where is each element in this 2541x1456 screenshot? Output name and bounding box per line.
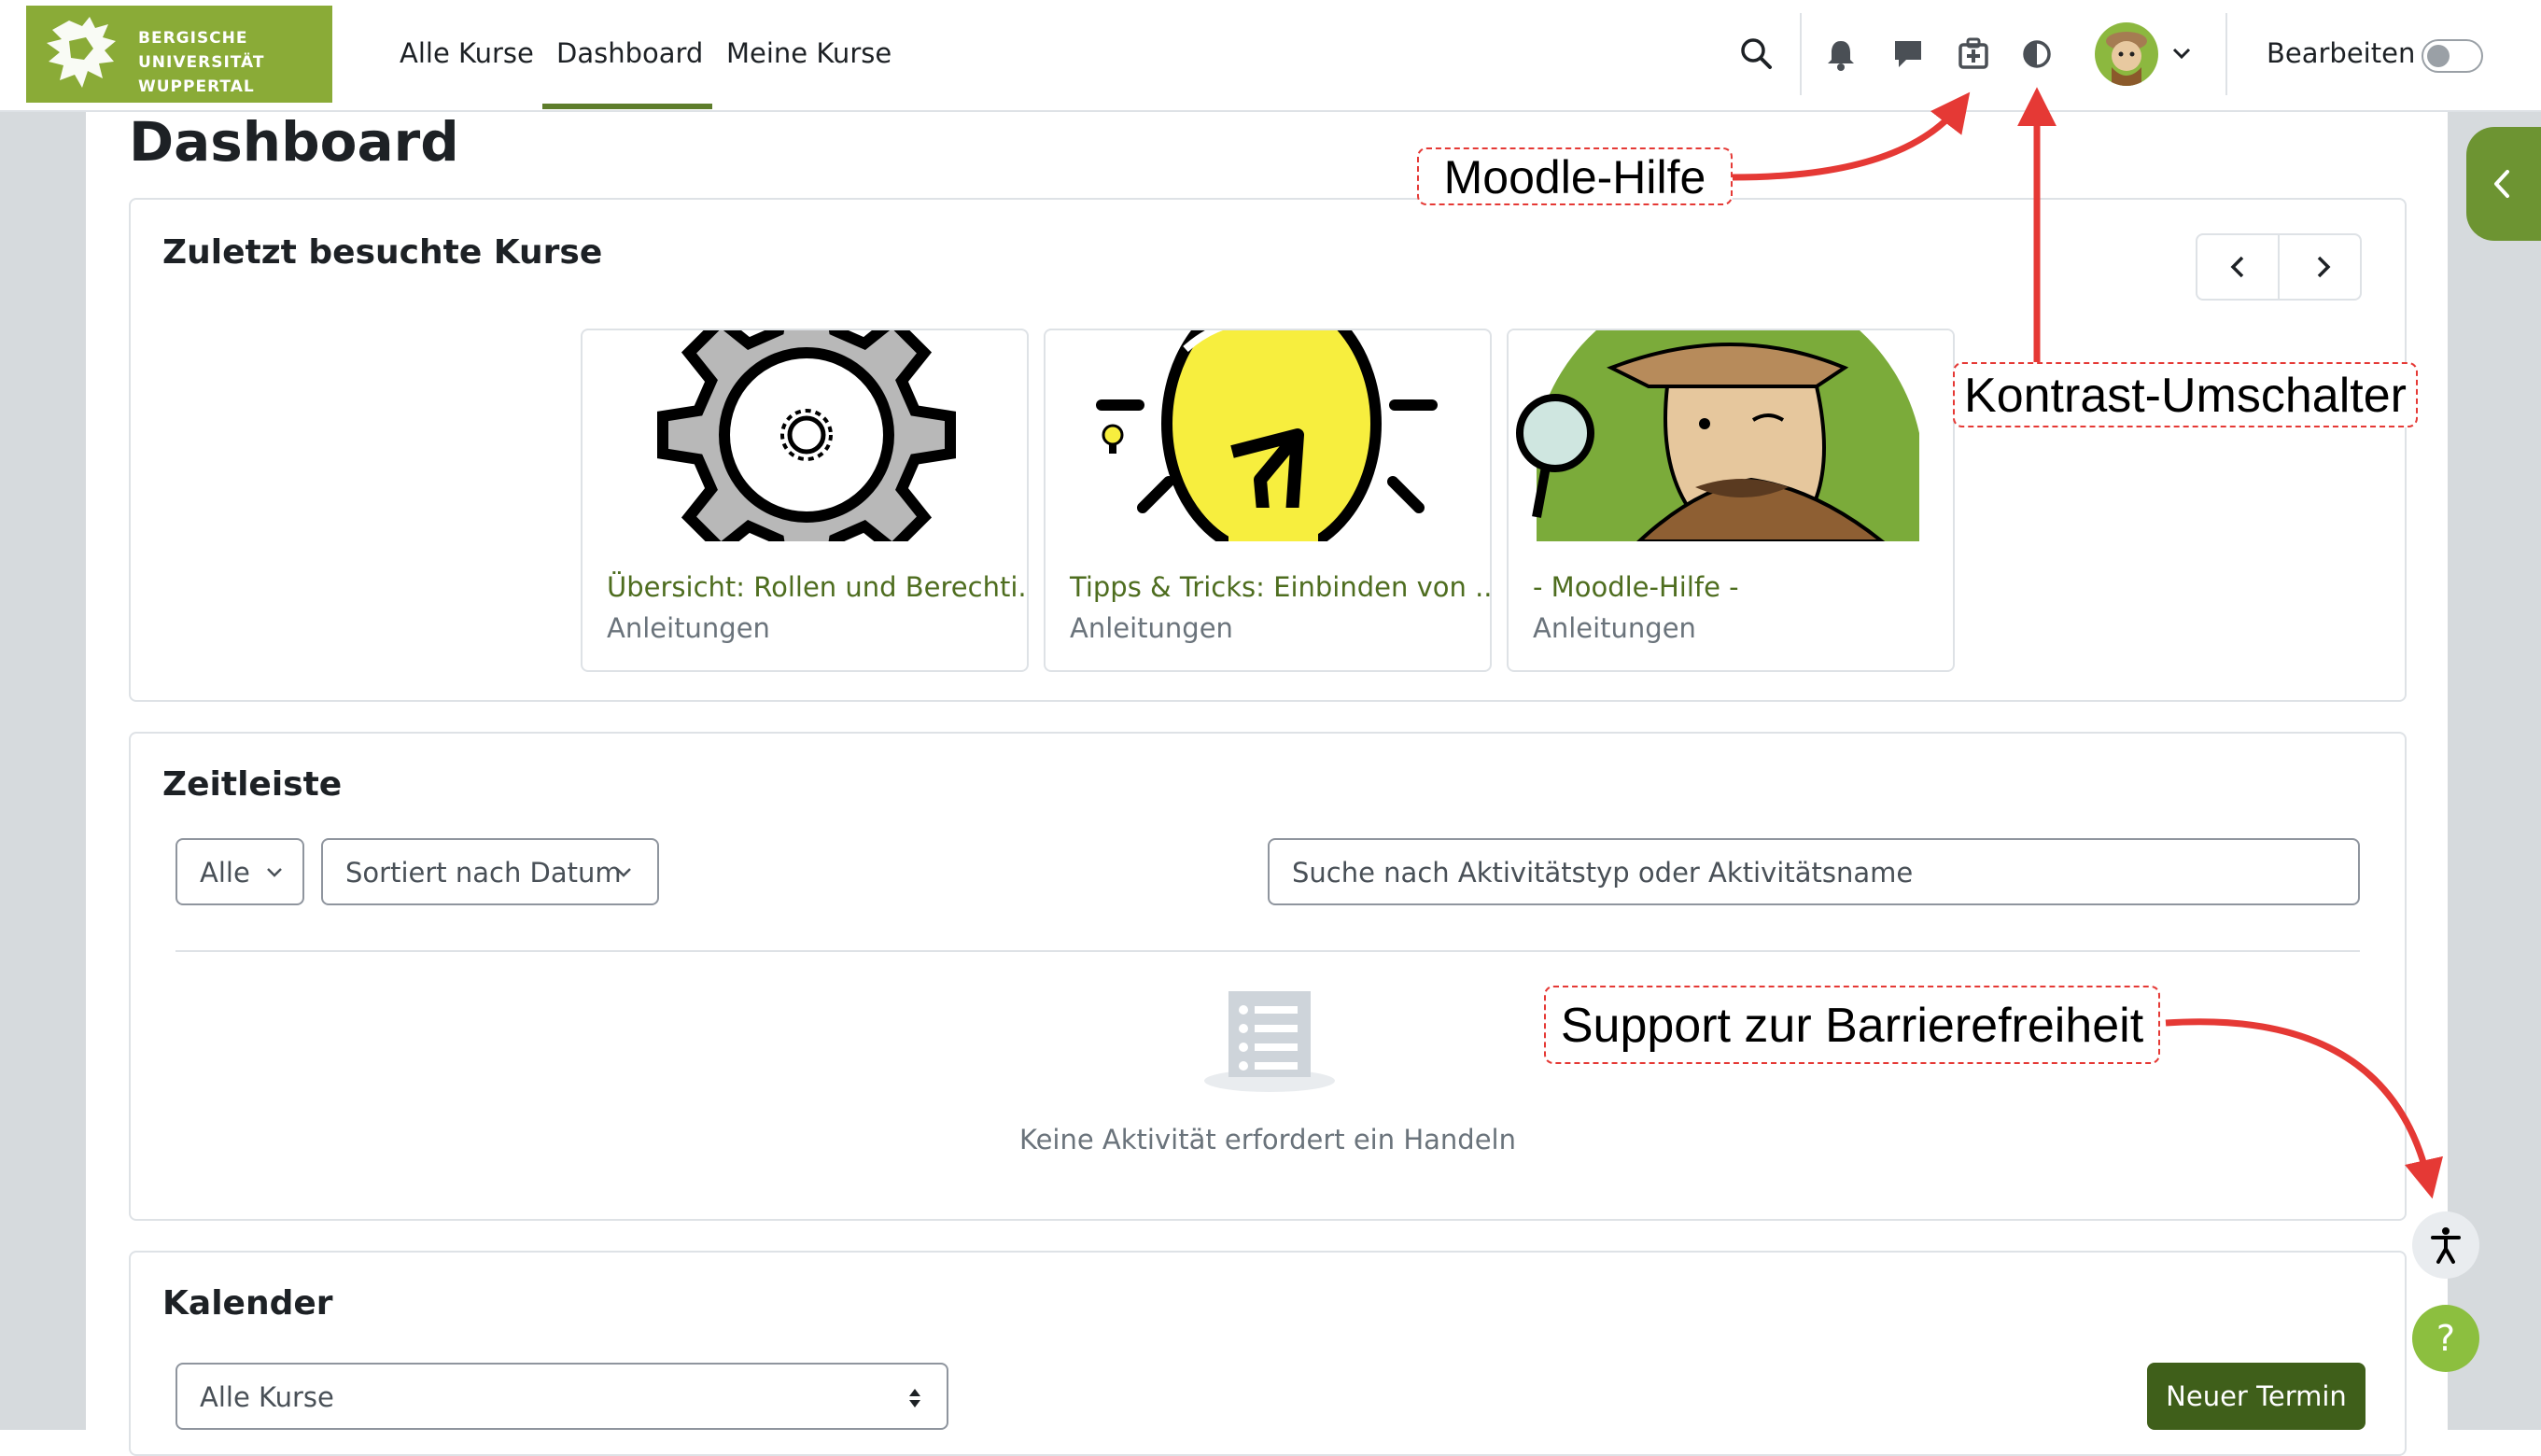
annotation-arrows bbox=[1732, 87, 2443, 1199]
annotation-moodle-help: Moodle-Hilfe bbox=[1417, 147, 1733, 205]
annotation-contrast-switch: Kontrast-Umschalter bbox=[1953, 362, 2418, 427]
annotation-accessibility-support: Support zur Barrierefreiheit bbox=[1544, 986, 2160, 1064]
